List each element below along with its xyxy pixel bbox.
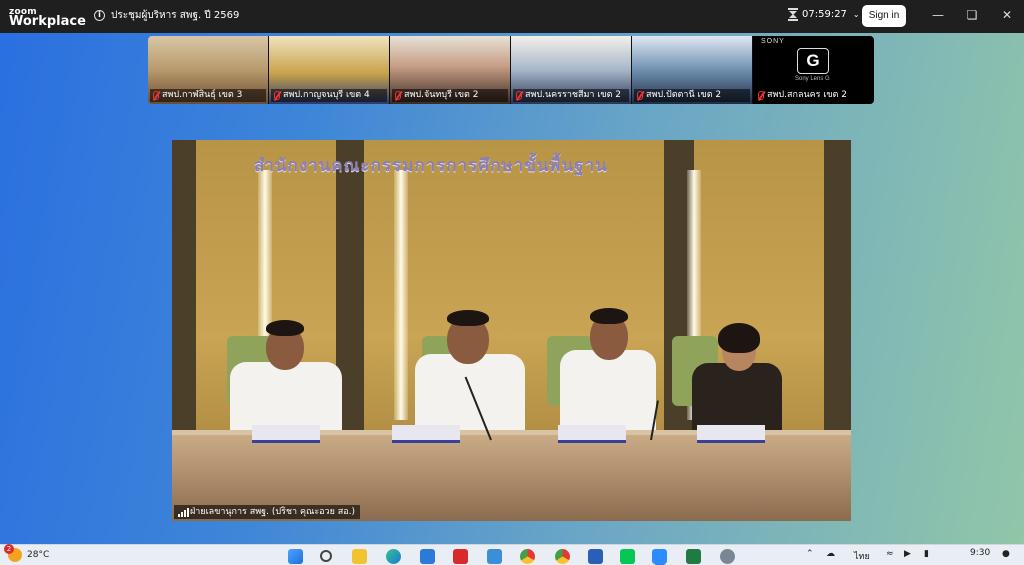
store-icon[interactable] <box>420 549 435 564</box>
participant-tile[interactable]: SONY G Sony Lens G สพป.สกลนคร เขต 2 <box>753 36 874 104</box>
mic-muted-icon <box>274 91 280 100</box>
mic-muted-icon <box>395 91 401 100</box>
participant-label: สพป.นครราชสีมา เขต 2 <box>513 89 629 102</box>
chrome-alt-icon[interactable] <box>555 549 570 564</box>
nameplate <box>558 425 626 443</box>
edge-icon[interactable] <box>386 549 401 564</box>
nameplate <box>252 425 320 443</box>
sign-in-button[interactable]: Sign in <box>862 5 906 27</box>
info-icon[interactable]: i <box>94 10 105 21</box>
minimize-icon[interactable]: — <box>930 8 946 22</box>
briefcase-icon[interactable] <box>487 549 502 564</box>
participant-strip: สพป.กาฬสินธุ์ เขต 3 สพป.กาญจนบุรี เขต 4 … <box>148 36 874 104</box>
weather-sun-icon: 2 <box>4 544 22 562</box>
file-explorer-icon[interactable] <box>352 549 367 564</box>
meeting-info[interactable]: i ประชุมผู้บริหาร สพฐ. ปี 2569 <box>94 8 239 23</box>
word-icon[interactable] <box>588 549 603 564</box>
lens-caption: Sony Lens G <box>795 76 830 82</box>
title-bar: zoom Workplace i ประชุมผู้บริหาร สพฐ. ปี… <box>0 0 1024 33</box>
notification-badge: 2 <box>4 544 14 554</box>
language-indicator[interactable]: ไทย <box>854 549 870 563</box>
chevron-down-icon[interactable]: ⌄ <box>853 10 860 19</box>
settings-icon[interactable] <box>720 549 735 564</box>
elapsed-time: 07:59:27 <box>802 9 847 20</box>
weather-widget[interactable]: 2 28°C <box>4 544 50 562</box>
temperature: 28°C <box>27 550 50 560</box>
chrome-icon[interactable] <box>520 549 535 564</box>
hourglass-icon <box>788 8 798 21</box>
zoom-logo: zoom Workplace <box>9 7 86 29</box>
wifi-icon[interactable]: ≈ <box>886 549 894 559</box>
camera-brand: SONY <box>761 38 785 45</box>
participant-tile[interactable]: สพป.กาฬสินธุ์ เขต 3 <box>148 36 269 104</box>
notifications-icon[interactable]: ● <box>1002 549 1010 559</box>
battery-icon[interactable]: ▮ <box>924 549 929 559</box>
excel-icon[interactable] <box>686 549 701 564</box>
line-icon[interactable] <box>620 549 635 564</box>
acrobat-icon[interactable] <box>453 549 468 564</box>
participant-tile[interactable]: สพป.กาญจนบุรี เขต 4 <box>269 36 390 104</box>
mic-muted-icon <box>516 91 522 100</box>
participant-tile[interactable]: สพป.นครราชสีมา เขต 2 <box>511 36 632 104</box>
participant-label: สพป.กาฬสินธุ์ เขต 3 <box>150 89 266 102</box>
nameplate <box>697 425 765 443</box>
mic-muted-icon <box>758 91 764 100</box>
participant-tile[interactable]: สพป.ปัตตานี เขต 2 <box>632 36 753 104</box>
mic-muted-icon <box>637 91 643 100</box>
windows-start-icon[interactable] <box>288 549 303 564</box>
meeting-timer[interactable]: 07:59:27 ⌄ <box>788 8 860 21</box>
main-video[interactable]: สำนักงานคณะกรรมการการศึกษาขั้นพื้นฐาน ฝ่ <box>172 140 851 521</box>
meeting-title: ประชุมผู้บริหาร สพฐ. ปี 2569 <box>111 10 240 21</box>
zoom-icon[interactable] <box>652 549 667 564</box>
restore-icon[interactable]: ❏ <box>964 8 980 22</box>
chevron-up-icon[interactable]: ⌃ <box>806 549 814 559</box>
speaker-caption: ฝ่ายเลขานุการ สพฐ. (ปริชา คุณะอวย สอ.) <box>174 505 361 519</box>
lens-logo-icon: G <box>797 48 829 74</box>
nameplate <box>392 425 460 443</box>
cloud-icon[interactable]: ☁ <box>826 549 835 559</box>
brand-line2: Workplace <box>9 13 86 29</box>
participant-label: สพป.กาญจนบุรี เขต 4 <box>271 89 387 102</box>
participant-tile[interactable]: สพป.จันทบุรี เขต 2 <box>390 36 511 104</box>
search-icon[interactable] <box>320 550 332 562</box>
mic-muted-icon <box>153 91 159 100</box>
participant-label: สพป.จันทบุรี เขต 2 <box>392 89 508 102</box>
speaker-icon[interactable]: ▶ <box>904 549 911 559</box>
participant-label: สพป.ปัตตานี เขต 2 <box>634 89 750 102</box>
wall-sign: สำนักงานคณะกรรมการการศึกษาขั้นพื้นฐาน <box>254 156 608 176</box>
clock[interactable]: 9:30 <box>970 548 990 558</box>
close-icon[interactable]: ✕ <box>999 8 1015 22</box>
signal-strength-icon <box>178 508 189 517</box>
taskbar: 2 28°C ⌃ ☁ ไทย ≈ ▶ ▮ 9:30 ● <box>0 544 1024 565</box>
participant-label: สพป.สกลนคร เขต 2 <box>755 89 872 102</box>
